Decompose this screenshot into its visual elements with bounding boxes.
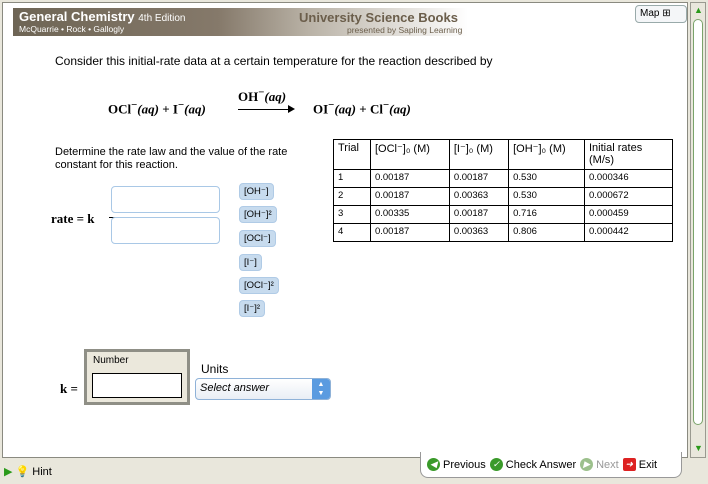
next-icon: ▶ xyxy=(580,458,594,471)
book-authors: McQuarrie • Rock • Gallogly xyxy=(19,24,125,34)
instructions: Determine the rate law and the value of … xyxy=(55,146,288,171)
number-label: Number xyxy=(93,355,129,366)
table-row: 4 0.00187 0.00363 0.806 0.000442 xyxy=(333,223,673,242)
chip-oh[interactable]: [OH⁻] xyxy=(239,183,274,200)
rate-label: rate = k xyxy=(51,211,95,226)
book-banner: General Chemistry 4th Edition McQuarrie … xyxy=(13,8,468,36)
map-button[interactable]: Map ⊞ xyxy=(635,5,687,23)
previous-icon: ◀ xyxy=(427,458,440,471)
chip-i-squared[interactable]: [I⁻]² xyxy=(239,300,266,317)
previous-label: Previous xyxy=(443,458,486,471)
hint-label: Hint xyxy=(32,466,52,478)
units-select[interactable]: Select answer ▲ ▼ xyxy=(195,378,331,400)
expand-arrow-icon: ▶ xyxy=(4,466,13,478)
denominator-drop-zone[interactable] xyxy=(111,217,220,244)
numerator-drop-zone[interactable] xyxy=(111,186,220,213)
book-title: General Chemistry xyxy=(19,9,135,24)
table-row: 2 0.00187 0.00363 0.530 0.000672 xyxy=(333,187,673,206)
vertical-scrollbar[interactable]: ▲ ▼ xyxy=(690,2,706,458)
number-field-wrapper: Number xyxy=(84,349,190,405)
previous-button[interactable]: ◀ Previous xyxy=(427,458,486,471)
question-prompt: Consider this initial-rate data at a cer… xyxy=(55,54,493,68)
scroll-up-icon[interactable]: ▲ xyxy=(694,5,703,15)
next-button[interactable]: ▶ Next xyxy=(580,458,619,471)
lightbulb-icon: 💡 xyxy=(15,466,30,478)
exit-button[interactable]: ➜ Exit xyxy=(622,458,658,471)
number-input[interactable] xyxy=(92,373,182,398)
check-answer-button[interactable]: ✓ Check Answer xyxy=(489,458,577,471)
sitemap-icon: ⊞ xyxy=(662,8,671,19)
reaction-arrow: OH−(aq) xyxy=(238,87,295,114)
header-rate: Initial rates (M/s) xyxy=(584,139,673,170)
rate-data-table: Trial [OCl⁻]₀ (M) [I⁻]₀ (M) [OH⁻]₀ (M) I… xyxy=(333,139,673,242)
next-label: Next xyxy=(596,458,619,471)
chip-oh-squared[interactable]: [OH⁻]² xyxy=(239,206,277,223)
select-arrows-icon: ▲ ▼ xyxy=(312,379,330,399)
presented-by: presented by Sapling Learning xyxy=(347,25,463,35)
book-edition: 4th Edition xyxy=(138,13,186,24)
exit-label: Exit xyxy=(638,458,658,471)
header-oh: [OH⁻]₀ (M) xyxy=(508,139,585,170)
check-icon: ✓ xyxy=(489,458,503,471)
units-select-value: Select answer xyxy=(200,382,270,394)
publisher: University Science Books xyxy=(299,10,458,25)
map-label: Map xyxy=(640,8,660,19)
table-row: 1 0.00187 0.00187 0.530 0.000346 xyxy=(333,169,673,188)
header-ocl: [OCl⁻]₀ (M) xyxy=(369,139,450,170)
chip-ocl[interactable]: [OCl⁻] xyxy=(239,230,276,247)
header-trial: Trial xyxy=(333,139,371,170)
table-row: 3 0.00335 0.00187 0.716 0.000459 xyxy=(333,205,673,224)
scroll-thumb[interactable] xyxy=(693,19,703,425)
reaction-equation: OCl−(aq) + I−(aq) OH−(aq) OI−(aq) + Cl−(… xyxy=(108,87,411,117)
hint-button[interactable]: ▶ 💡 Hint xyxy=(4,465,52,478)
table-header-row: Trial [OCl⁻]₀ (M) [I⁻]₀ (M) [OH⁻]₀ (M) I… xyxy=(333,139,673,170)
units-label: Units xyxy=(201,362,229,376)
navigation-bar: ◀ Previous ✓ Check Answer ▶ Next ➜ Exit xyxy=(420,452,682,478)
check-label: Check Answer xyxy=(505,458,577,471)
chip-i[interactable]: [I⁻] xyxy=(239,254,262,271)
k-label: k = xyxy=(60,381,78,396)
scroll-down-icon[interactable]: ▼ xyxy=(694,443,703,453)
chip-ocl-squared[interactable]: [OCl⁻]² xyxy=(239,277,279,294)
header-i: [I⁻]₀ (M) xyxy=(448,139,510,170)
question-panel: General Chemistry 4th Edition McQuarrie … xyxy=(2,2,688,458)
exit-icon: ➜ xyxy=(622,458,636,471)
